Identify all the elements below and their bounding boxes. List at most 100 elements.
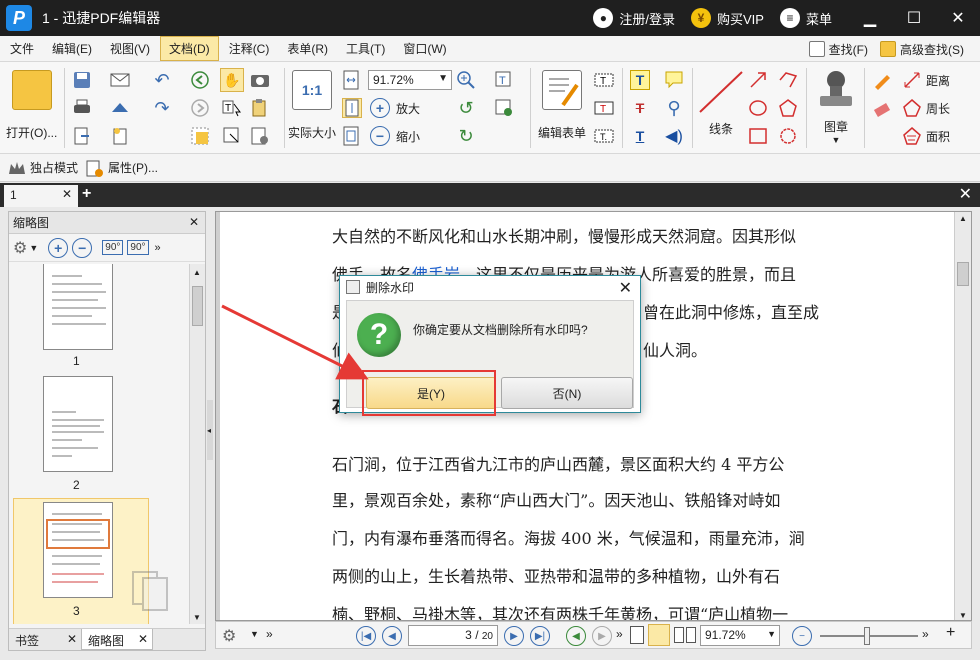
thumbnail-page-2[interactable] xyxy=(43,376,113,472)
select-annotation-icon[interactable] xyxy=(222,126,242,146)
menu-file[interactable]: 文件 xyxy=(2,37,42,60)
close-panel-icon[interactable]: ✕ xyxy=(189,215,199,229)
undo-icon[interactable]: ↶ xyxy=(152,70,172,90)
previous-page-button[interactable]: ◀ xyxy=(382,626,402,646)
edit-form-button[interactable]: 编辑表单 xyxy=(538,70,586,141)
new-document-icon[interactable] xyxy=(110,126,130,146)
maximize-button[interactable]: ☐ xyxy=(892,0,936,36)
facing-page-icon[interactable] xyxy=(674,627,684,643)
zoom-in-slider-icon[interactable]: + xyxy=(946,624,955,642)
shrink-thumbnail-icon[interactable]: − xyxy=(72,237,93,258)
scroll-down-icon[interactable]: ▼ xyxy=(959,611,967,620)
tab-bookmarks[interactable]: 书签 ✕ xyxy=(9,629,81,650)
camera-icon[interactable] xyxy=(250,70,270,90)
go-forward-button[interactable]: ▶ xyxy=(592,626,612,646)
properties-button[interactable]: 属性(P)... xyxy=(86,159,158,177)
zoom-combo[interactable]: 91.72% ▼ xyxy=(368,70,452,90)
scroll-up-icon[interactable]: ▲ xyxy=(193,268,201,277)
find-button[interactable]: 查找(F) xyxy=(808,41,868,58)
attachment-icon[interactable]: ⚲ xyxy=(664,98,684,118)
typewriter-icon[interactable]: T xyxy=(630,70,650,90)
scroll-thumb[interactable] xyxy=(192,286,203,326)
rotate-left-icon[interactable]: ↺ xyxy=(456,98,476,118)
rotate-left-thumb-icon[interactable]: 90° xyxy=(102,240,124,255)
scroll-up-icon[interactable]: ▲ xyxy=(959,214,967,223)
double-chevron-icon[interactable]: » xyxy=(155,242,161,254)
first-page-button[interactable]: |◀ xyxy=(356,626,376,646)
actual-size-button[interactable]: 1:1 实际大小 xyxy=(288,70,336,141)
document-settings-icon[interactable] xyxy=(250,126,270,146)
ellipse-tool-icon[interactable] xyxy=(748,98,768,118)
fit-visible-icon[interactable] xyxy=(342,126,362,146)
perimeter-tool-icon[interactable] xyxy=(902,98,922,118)
zoom-in-magnifier-icon[interactable] xyxy=(456,70,476,90)
continuous-page-icon[interactable] xyxy=(648,624,670,646)
eraser-icon[interactable] xyxy=(872,98,892,118)
scroll-down-icon[interactable]: ▼ xyxy=(193,613,201,622)
facing-continuous-icon[interactable] xyxy=(686,627,696,643)
page-number-input[interactable]: 3 / 20 xyxy=(408,625,498,646)
area-tool-icon[interactable] xyxy=(902,126,922,146)
clipboard-icon[interactable] xyxy=(250,98,270,118)
chevron-down-icon[interactable]: ▼ xyxy=(250,629,259,639)
sound-icon[interactable]: ◀) xyxy=(664,126,684,146)
login-button[interactable]: ● 注册/登录 xyxy=(593,8,675,28)
gear-icon[interactable]: ⚙ xyxy=(13,238,27,258)
sticky-note-icon[interactable] xyxy=(664,70,684,90)
menu-tools[interactable]: 工具(T) xyxy=(338,37,393,60)
close-window-button[interactable]: ✕ xyxy=(936,0,980,36)
menu-document[interactable]: 文档(D) xyxy=(160,36,219,61)
print-icon[interactable] xyxy=(72,98,92,118)
document-tab[interactable]: 1 ✕ xyxy=(4,185,78,207)
panel-collapse-handle[interactable]: ◂ xyxy=(207,400,213,460)
strikeout-icon[interactable]: T xyxy=(630,98,650,118)
close-document-icon[interactable]: ✕ xyxy=(959,184,972,204)
double-chevron-icon[interactable]: » xyxy=(922,627,929,641)
fit-page-icon[interactable] xyxy=(342,98,362,118)
menu-form[interactable]: 表单(R) xyxy=(279,37,336,60)
thumbnail-page-3[interactable] xyxy=(43,502,113,598)
arrow-tool-icon[interactable] xyxy=(748,70,768,90)
add-text-icon[interactable]: T xyxy=(494,70,514,90)
polyline-tool-icon[interactable] xyxy=(778,70,798,90)
go-back-button[interactable]: ◀ xyxy=(566,626,586,646)
rotate-right-thumb-icon[interactable]: 90° xyxy=(127,240,149,255)
text-box-icon[interactable]: T xyxy=(594,98,614,118)
status-zoom-combo[interactable]: 91.72% ▼ xyxy=(700,625,780,646)
close-tab-icon[interactable]: ✕ xyxy=(67,632,77,646)
document-viewer[interactable]: 大自然的不断风化和山水长期冲刷，慢慢形成天然洞窟。因其形似 佛手，故名佛手岩。这… xyxy=(215,211,972,621)
polygon-tool-icon[interactable] xyxy=(778,98,798,118)
no-button[interactable]: 否(N) xyxy=(501,377,633,409)
distance-tool-icon[interactable] xyxy=(902,70,922,90)
advanced-find-button[interactable]: 高级查找(S) xyxy=(880,41,964,58)
last-page-button[interactable]: ▶| xyxy=(530,626,550,646)
close-tab-icon[interactable]: ✕ xyxy=(62,187,72,201)
scroll-thumb[interactable] xyxy=(957,262,969,286)
add-tab-icon[interactable]: + xyxy=(82,185,91,203)
hand-tool-icon[interactable]: ✋ xyxy=(220,68,244,92)
close-dialog-icon[interactable]: ✕ xyxy=(619,278,632,298)
redo-icon[interactable]: ↷ xyxy=(152,98,172,118)
back-icon[interactable] xyxy=(190,70,210,90)
stamp-button[interactable]: 图章 ▼ xyxy=(814,68,858,145)
underline-icon[interactable]: T xyxy=(630,126,650,146)
buy-vip-button[interactable]: ¥ 购买VIP xyxy=(691,8,764,28)
rotate-right-icon[interactable]: ↻ xyxy=(456,126,476,146)
scan-icon[interactable] xyxy=(110,98,130,118)
text-field-icon[interactable]: T xyxy=(594,70,614,90)
zoom-out-button[interactable]: − xyxy=(370,126,390,146)
chevron-down-icon[interactable]: ▼ xyxy=(29,243,38,253)
enlarge-thumbnail-icon[interactable]: + xyxy=(48,237,69,258)
menu-view[interactable]: 视图(V) xyxy=(102,37,158,60)
double-chevron-icon[interactable]: » xyxy=(616,627,623,641)
snapshot-tool-icon[interactable] xyxy=(190,126,210,146)
next-page-button[interactable]: ▶ xyxy=(504,626,524,646)
fit-width-icon[interactable] xyxy=(342,70,362,90)
menu-comment[interactable]: 注释(C) xyxy=(221,37,278,60)
double-chevron-icon[interactable]: » xyxy=(266,627,273,641)
exclusive-mode-button[interactable]: 独占模式 xyxy=(8,159,78,176)
tab-thumbnails[interactable]: 缩略图 ✕ xyxy=(81,629,153,650)
line-tool-button[interactable]: 线条 xyxy=(698,70,744,137)
email-icon[interactable] xyxy=(110,70,130,90)
cloud-tool-icon[interactable] xyxy=(778,126,798,146)
